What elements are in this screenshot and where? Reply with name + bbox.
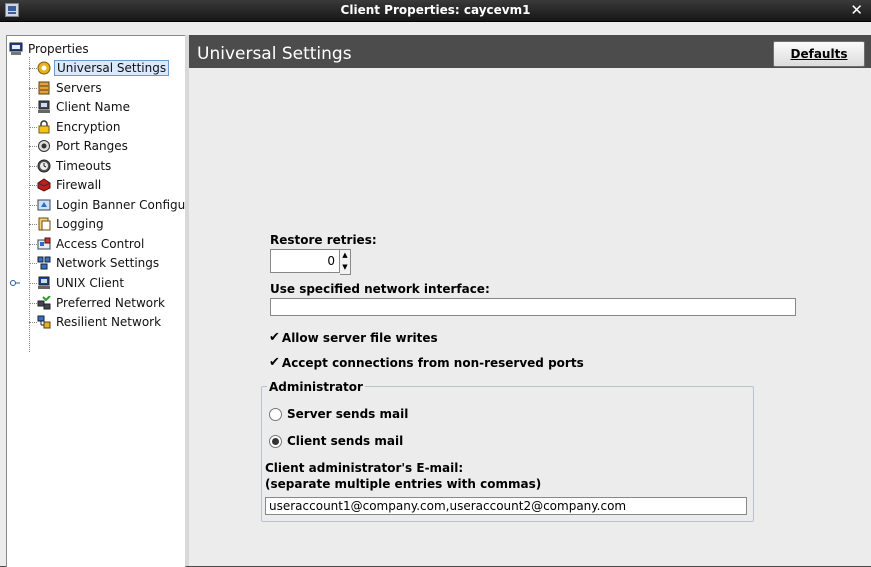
administrator-email-input[interactable]: useraccount1@company.com,useraccount2@co…: [265, 497, 747, 515]
allow-writes-checkbox[interactable]: ✔ Allow server file writes: [269, 330, 438, 345]
properties-computer-icon: [9, 42, 23, 56]
network-interface-input[interactable]: [270, 298, 796, 316]
tree-item-label: Access Control: [56, 237, 145, 251]
defaults-button-label: Defaults: [790, 47, 848, 61]
radio-off-icon: [269, 407, 282, 421]
tree-item-label: Firewall: [56, 178, 102, 192]
tree-item-client-name[interactable]: Client Name: [37, 98, 132, 116]
access-control-icon: [37, 237, 51, 251]
close-window-button[interactable]: ✕: [850, 1, 863, 19]
tree-item-label: Port Ranges: [56, 139, 128, 153]
client-sends-mail-label: Client sends mail: [287, 434, 404, 448]
universal-settings-panel: Restore retries: 0 ▲ ▼ Use specified net…: [189, 68, 871, 566]
tree-item-label: Resilient Network: [56, 315, 162, 329]
restore-retries-spinner[interactable]: 0 ▲ ▼: [270, 249, 352, 275]
tree-item-network-settings[interactable]: Network Settings: [37, 254, 161, 272]
resilient-network-icon: [37, 315, 51, 329]
tree-item-label: UNIX Client: [56, 276, 125, 290]
tree-item-label: Universal Settings: [54, 60, 170, 76]
window-title: Client Properties: caycevm1: [340, 3, 531, 17]
tree-item-login-banner[interactable]: Login Banner Configu: [37, 196, 186, 214]
tree-item-label: Servers: [56, 81, 102, 95]
panel-title: Universal Settings: [197, 44, 352, 64]
tree-root-properties[interactable]: Properties: [9, 40, 91, 57]
defaults-button[interactable]: Defaults: [773, 41, 865, 67]
title-bar: Client Properties: caycevm1 ✕: [0, 0, 871, 22]
tree-item-servers[interactable]: Servers: [37, 79, 104, 97]
tree-item-universal-settings[interactable]: Universal Settings: [37, 59, 170, 77]
server-sends-mail-radio[interactable]: Server sends mail: [269, 407, 408, 421]
preferred-network-icon: [37, 295, 51, 310]
tree-item-firewall[interactable]: Firewall: [37, 176, 103, 194]
client-properties-window: Client Properties: caycevm1 ✕ Properties…: [0, 0, 871, 567]
checkmark-icon: ✔: [269, 355, 280, 370]
expand-handle-icon[interactable]: [10, 279, 20, 289]
network-settings-icon: [37, 256, 51, 270]
tree-item-logging[interactable]: Logging: [37, 215, 106, 233]
tree-item-preferred-network[interactable]: Preferred Network: [37, 294, 167, 312]
client-name-icon: [37, 100, 51, 114]
tree-item-label: Network Settings: [56, 256, 160, 270]
tree-item-label: Client Name: [56, 100, 130, 114]
spinner-buttons: ▲ ▼: [340, 249, 351, 275]
tree-item-unix-client[interactable]: UNIX Client: [37, 274, 126, 292]
network-interface-label: Use specified network interface:: [270, 282, 490, 296]
accept-connections-checkbox[interactable]: ✔ Accept connections from non-reserved p…: [269, 355, 584, 370]
tree-item-port-ranges[interactable]: Port Ranges: [37, 137, 130, 155]
radio-on-icon: [269, 434, 282, 448]
panel-header: Universal Settings Defaults: [189, 35, 871, 68]
tree-item-label: Logging: [56, 217, 104, 231]
tree-item-resilient-network[interactable]: Resilient Network: [37, 313, 163, 331]
tree-root-label: Properties: [28, 41, 89, 56]
tree-item-encryption[interactable]: Encryption: [37, 118, 122, 136]
allow-writes-label: Allow server file writes: [281, 330, 438, 345]
email-label-line2: (separate multiple entries with commas): [265, 477, 542, 491]
logging-icon: [37, 217, 51, 231]
spinner-up-icon[interactable]: ▲: [341, 250, 349, 261]
tree-item-timeouts[interactable]: Timeouts: [37, 157, 113, 175]
clock-icon: [37, 159, 51, 173]
properties-tree: Properties Universal Settings Servers Cl…: [6, 35, 186, 567]
restore-retries-input[interactable]: 0: [270, 249, 340, 273]
firewall-icon: [37, 178, 51, 192]
administrator-legend: Administrator: [267, 380, 365, 394]
port-ranges-icon: [37, 139, 51, 153]
lock-icon: [37, 120, 51, 134]
tree-item-label: Preferred Network: [56, 296, 165, 310]
login-banner-icon: [37, 198, 51, 212]
checkmark-icon: ✔: [269, 330, 280, 345]
tree-item-label: Login Banner Configu: [56, 198, 186, 212]
universal-settings-icon: [37, 61, 51, 75]
client-sends-mail-radio[interactable]: Client sends mail: [269, 434, 403, 448]
server-sends-mail-label: Server sends mail: [287, 407, 409, 421]
tree-item-label: Encryption: [56, 120, 121, 134]
accept-connections-label: Accept connections from non-reserved por…: [281, 355, 584, 370]
email-label-line1: Client administrator's E-mail:: [265, 461, 464, 475]
servers-icon: [37, 81, 51, 95]
tree-item-label: Timeouts: [56, 159, 112, 173]
restore-retries-label: Restore retries:: [270, 233, 377, 247]
unix-client-icon: [37, 276, 51, 290]
tree-item-access-control[interactable]: Access Control: [37, 235, 146, 253]
spinner-down-icon[interactable]: ▼: [341, 262, 349, 273]
